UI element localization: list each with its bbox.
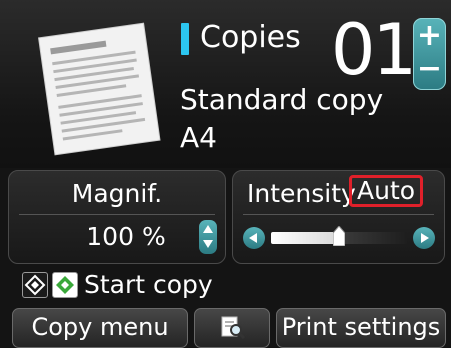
intensity-slider[interactable] — [271, 226, 407, 246]
bottom-function-bar: Copy menu Print settings — [0, 308, 451, 348]
arrow-right-icon[interactable] — [413, 227, 435, 249]
divider — [243, 214, 434, 215]
document-preview-icon — [38, 22, 161, 156]
arrow-left-icon[interactable] — [243, 227, 265, 249]
plus-icon[interactable]: + — [413, 21, 446, 51]
start-copy-label: Start copy — [84, 270, 213, 299]
intensity-label: Intensity — [247, 179, 356, 208]
black-start-key-icon — [22, 272, 48, 298]
color-start-key-icon — [52, 272, 78, 298]
divider — [19, 214, 215, 215]
copy-summary-area: Copies 01 + − Standard copy A4 — [0, 0, 451, 168]
copies-marker — [181, 23, 189, 55]
start-copy-hint: Start copy — [0, 266, 451, 306]
copy-standby-screen: Copies 01 + − Standard copy A4 Magnif. 1… — [0, 0, 451, 348]
magnification-panel[interactable]: Magnif. 100 % — [8, 170, 226, 264]
copies-label: Copies — [200, 20, 301, 55]
print-settings-button[interactable]: Print settings — [276, 308, 446, 348]
arrow-up-icon — [203, 225, 213, 233]
copies-stepper[interactable]: + − — [413, 18, 446, 90]
copy-menu-button[interactable]: Copy menu — [12, 308, 188, 348]
copy-mode: Standard copy — [180, 83, 384, 116]
arrow-down-icon — [203, 240, 213, 248]
magnification-value: 100 % — [86, 222, 166, 251]
copies-count[interactable]: 01 — [318, 8, 417, 92]
up-down-arrows-icon[interactable] — [199, 220, 217, 254]
magnification-label: Magnif. — [71, 179, 163, 208]
intensity-panel[interactable]: Intensity Auto — [232, 170, 445, 264]
slider-thumb[interactable] — [333, 226, 345, 246]
magnifier-page-icon — [221, 316, 246, 340]
intensity-value[interactable]: Auto — [349, 175, 424, 207]
preview-button[interactable] — [194, 308, 270, 348]
minus-icon[interactable]: − — [413, 54, 446, 84]
paper-size: A4 — [180, 121, 217, 154]
